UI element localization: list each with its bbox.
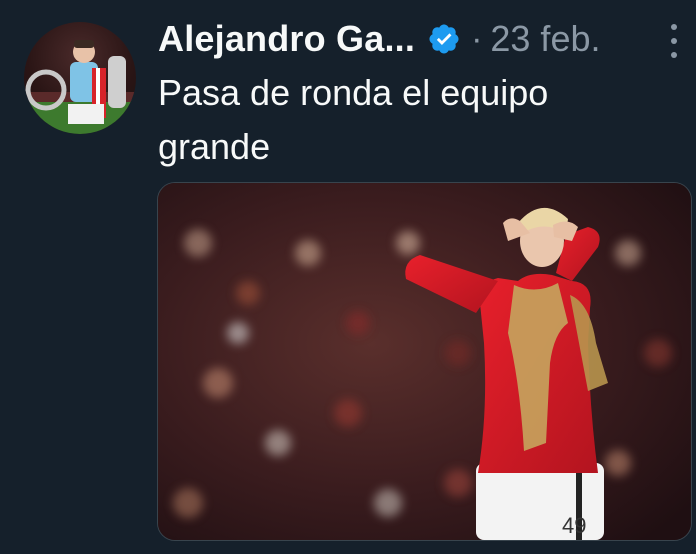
header-separator: · (471, 19, 483, 58)
more-dot (671, 24, 677, 30)
tweet-header: Alejandro Ga... · 23 feb. (158, 14, 600, 64)
avatar-image (24, 40, 136, 134)
more-options-icon[interactable] (664, 24, 684, 58)
shirt-number: 49 (562, 513, 586, 538)
more-dot (671, 38, 677, 44)
tweet-photo[interactable]: 49 (157, 182, 692, 541)
tweet-card[interactable]: Alejandro Ga... · 23 feb. Pasa de ronda … (0, 0, 696, 554)
author-avatar[interactable] (24, 22, 136, 134)
more-dot (671, 52, 677, 58)
tweet-date[interactable]: 23 feb. (490, 18, 600, 60)
verified-badge-icon (427, 22, 461, 56)
author-name[interactable]: Alejandro Ga... (158, 18, 415, 60)
tweet-text: Pasa de ronda el equipo grande (158, 72, 549, 167)
